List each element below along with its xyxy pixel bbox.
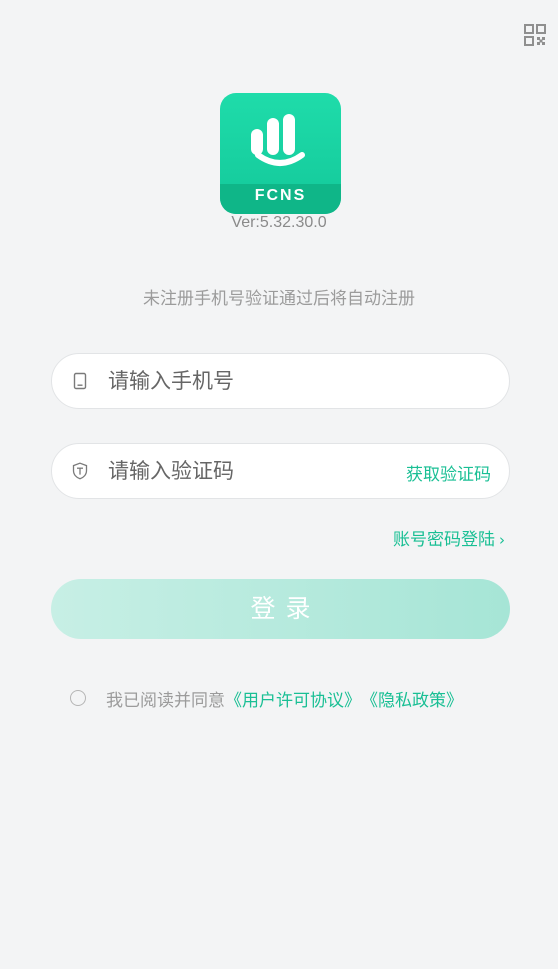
app-logo: FCNS xyxy=(220,93,341,214)
code-input[interactable] xyxy=(108,444,398,498)
login-button[interactable]: 登录 xyxy=(51,579,510,639)
password-login-label: 账号密码登陆 xyxy=(393,530,495,550)
phone-input[interactable] xyxy=(108,354,398,408)
code-field: 获取验证码 xyxy=(51,443,510,499)
auto-register-hint: 未注册手机号验证通过后将自动注册 xyxy=(143,289,415,309)
privacy-policy-link[interactable]: 《隐私政策》 xyxy=(361,686,463,711)
phone-icon xyxy=(71,372,89,390)
phone-field xyxy=(51,353,510,409)
chevron-right-icon: › xyxy=(499,531,505,549)
get-code-button[interactable]: 获取验证码 xyxy=(406,460,491,485)
user-license-link[interactable]: 《用户许可协议》 xyxy=(225,686,361,711)
logo-text: FCNS xyxy=(254,187,307,204)
shield-icon xyxy=(71,462,89,480)
qr-code-icon[interactable] xyxy=(524,24,546,46)
agreement-row: 我已阅读并同意 《用户许可协议》 《隐私政策》 xyxy=(70,686,463,711)
password-login-link[interactable]: 账号密码登陆 › xyxy=(393,525,505,550)
agreement-checkbox[interactable] xyxy=(70,690,86,706)
version-label: Ver:5.32.30.0 xyxy=(231,214,327,231)
agreement-text: 我已阅读并同意 xyxy=(106,690,225,711)
